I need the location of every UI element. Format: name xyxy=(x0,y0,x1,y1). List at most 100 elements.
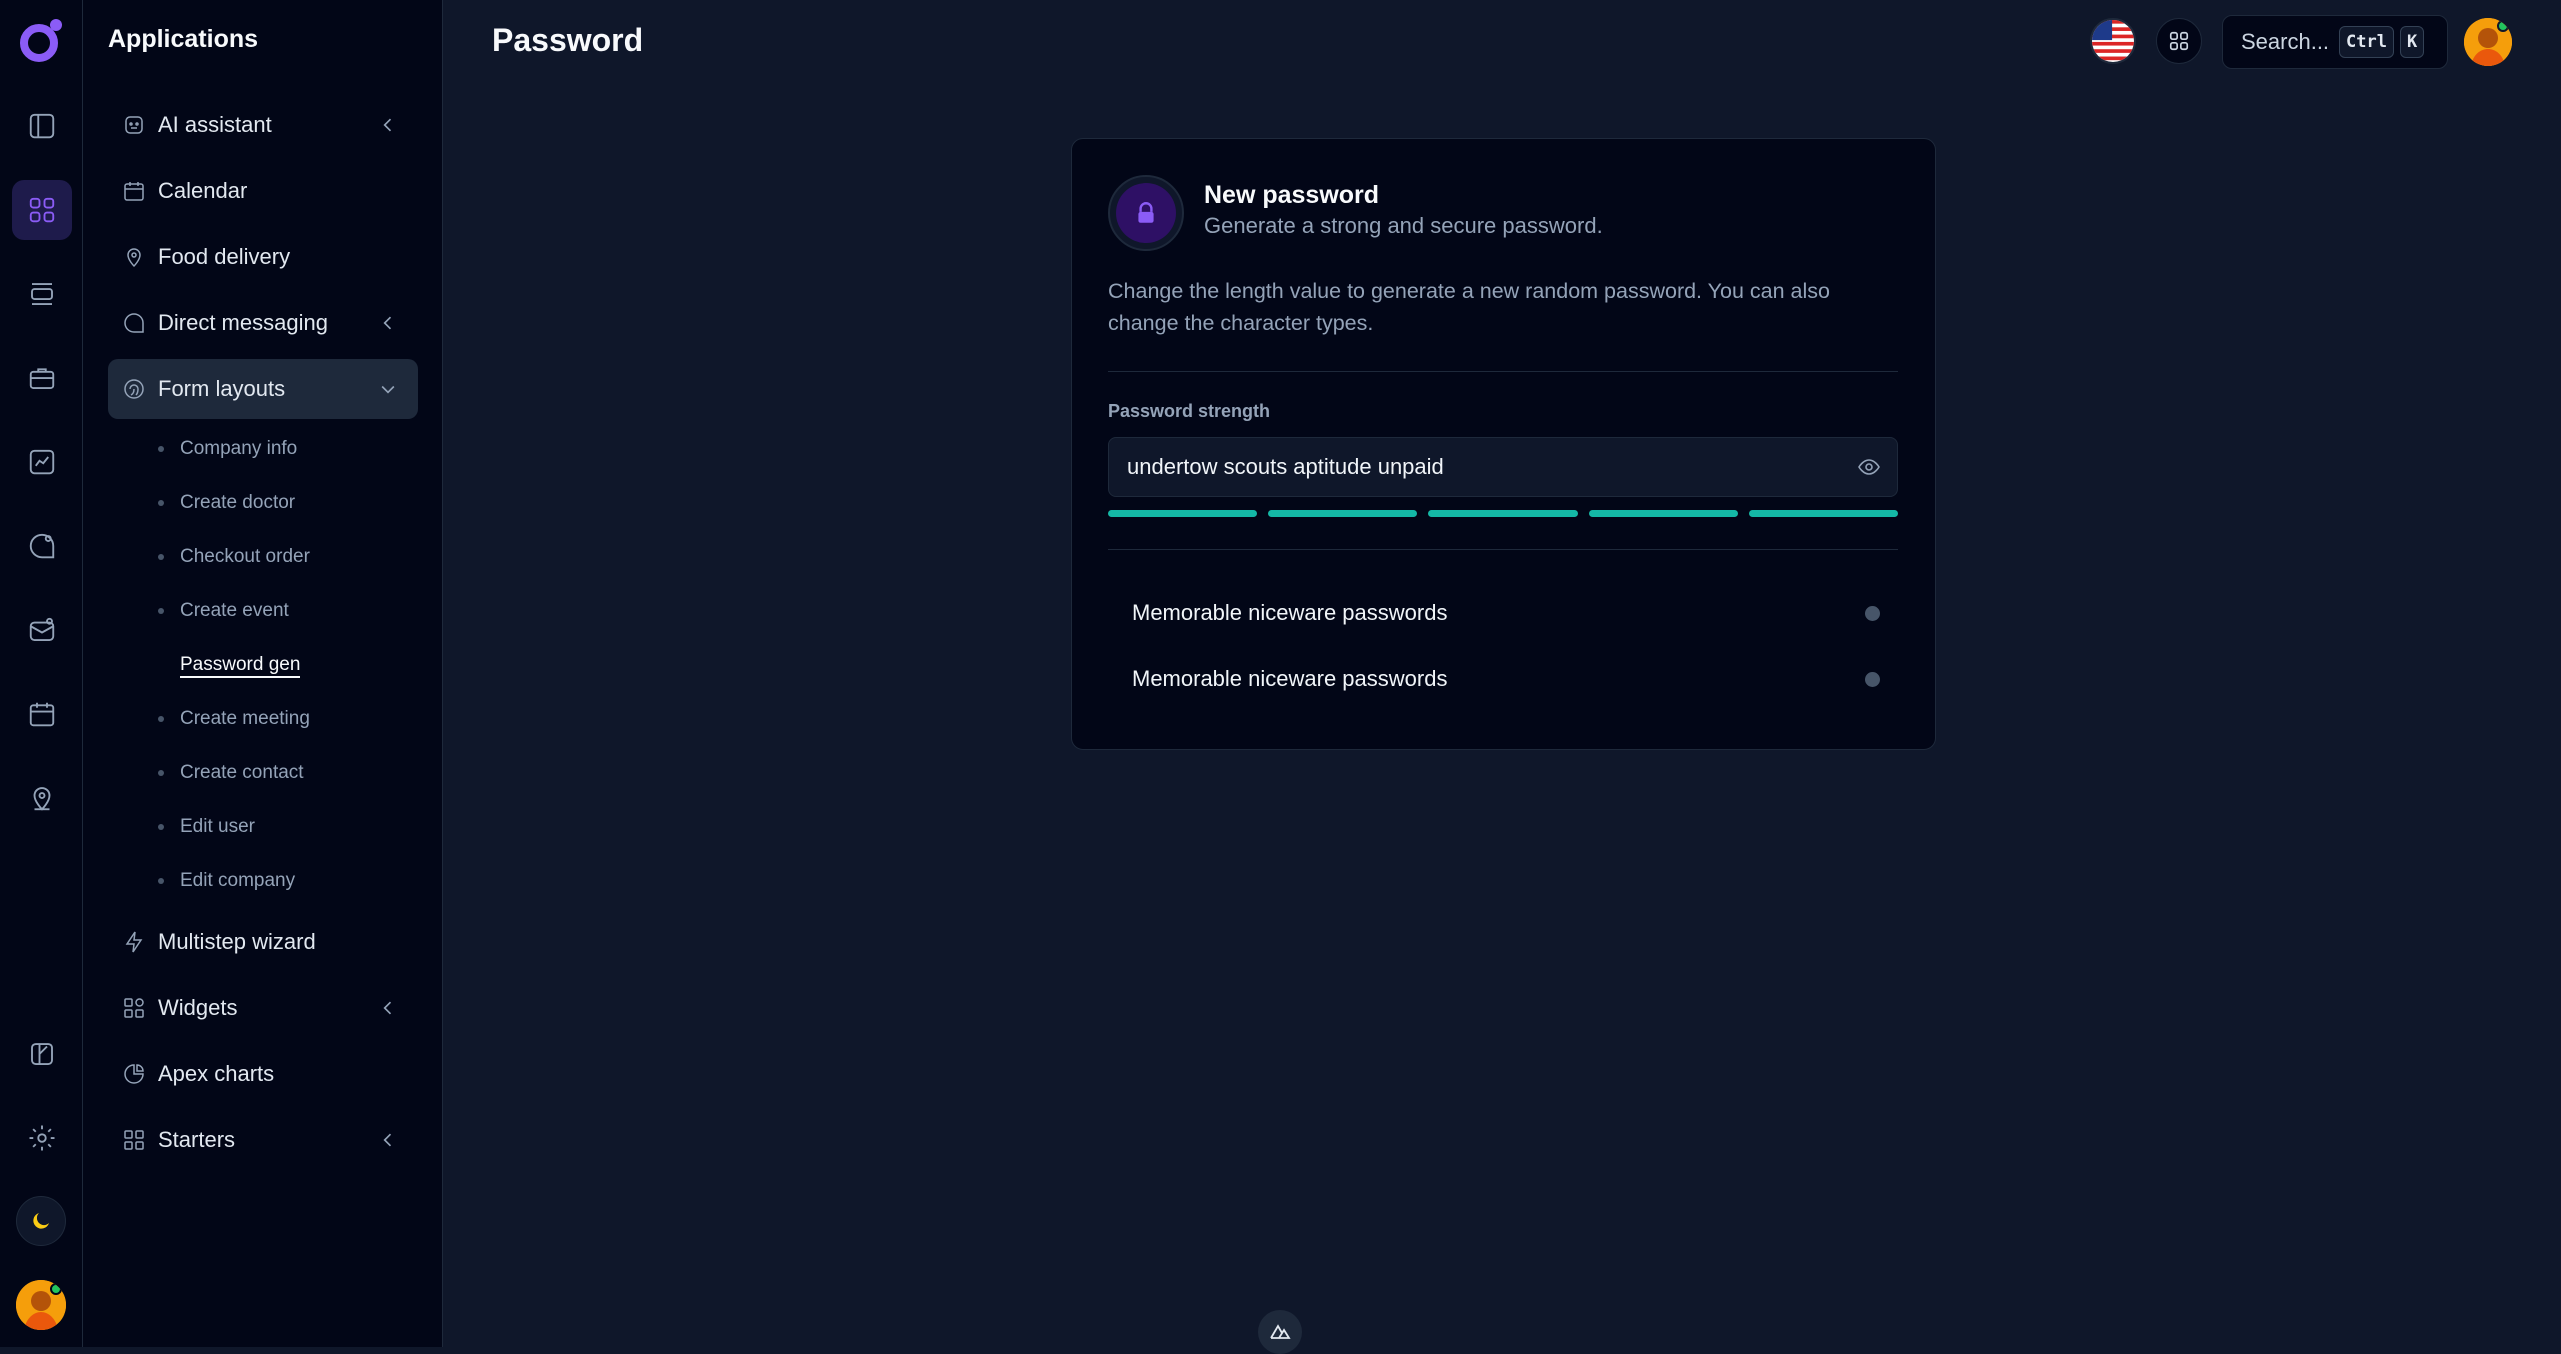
layouts-icon[interactable] xyxy=(12,264,72,324)
calendar-icon xyxy=(124,182,144,201)
subitem-edit-user[interactable]: Edit user xyxy=(158,816,255,838)
toggle-switch[interactable] xyxy=(1865,671,1880,687)
fingerprint-icon xyxy=(124,379,144,399)
page-title: Password xyxy=(492,22,644,58)
pie-chart-icon xyxy=(124,1064,144,1084)
sidebar-item-multistep-wizard[interactable]: Multistep wizard xyxy=(108,912,418,972)
mail-icon[interactable] xyxy=(12,600,72,660)
grid-icon xyxy=(2169,31,2189,51)
subitem-create-event[interactable]: Create event xyxy=(158,600,289,622)
chat-icon[interactable] xyxy=(12,516,72,576)
sidebar-item-apex-charts[interactable]: Apex charts xyxy=(108,1044,418,1104)
location-icon xyxy=(127,248,141,268)
sidebar-item-food-delivery[interactable]: Food delivery xyxy=(108,227,418,287)
app-logo-icon[interactable] xyxy=(16,16,66,66)
user-avatar[interactable] xyxy=(2464,18,2512,66)
strength-segment xyxy=(1268,510,1418,517)
nuxt-devtools-button[interactable] xyxy=(1258,1310,1302,1354)
sidebar-item-label: Calendar xyxy=(158,178,248,203)
sidebar-item-label: Multistep wizard xyxy=(158,929,316,954)
card-subtitle: Generate a strong and secure password. xyxy=(1204,213,1603,238)
password-strength-label: Password strength xyxy=(1108,401,1271,421)
sidebar-item-form-layouts[interactable]: Form layouts xyxy=(108,359,418,419)
subitem-label: Checkout order xyxy=(180,546,310,567)
sidebar-item-starters[interactable]: Starters xyxy=(108,1110,418,1170)
sidebar-item-label: Food delivery xyxy=(158,244,291,269)
subitem-password-gen[interactable]: Password gen xyxy=(158,654,301,678)
sidebar-item-label: Apex charts xyxy=(158,1061,275,1086)
sidebar-toggle-icon[interactable] xyxy=(12,96,72,156)
grid-icon xyxy=(124,1130,144,1150)
sidebar-item-widgets[interactable]: Widgets xyxy=(108,978,418,1038)
sidebar-item-ai-assistant[interactable]: AI assistant xyxy=(108,95,418,155)
strength-segment xyxy=(1588,510,1738,517)
language-selector[interactable] xyxy=(2090,18,2136,64)
shortcut-key-k: K xyxy=(2400,26,2425,58)
user-avatar[interactable] xyxy=(16,1280,66,1330)
widgets-icon xyxy=(124,998,144,1018)
search-button[interactable]: Search... Ctrl K xyxy=(2222,15,2448,69)
chart-icon[interactable] xyxy=(12,432,72,492)
apps-button[interactable] xyxy=(2156,18,2202,64)
sidebar-item-label: Direct messaging xyxy=(158,310,328,335)
bullet-dot xyxy=(158,500,164,506)
subitem-label: Password gen xyxy=(180,654,301,678)
subitem-label: Create meeting xyxy=(180,708,310,729)
briefcase-icon[interactable] xyxy=(12,348,72,408)
divider xyxy=(1108,371,1898,372)
us-flag-icon xyxy=(2092,20,2134,62)
subitem-create-contact[interactable]: Create contact xyxy=(158,762,304,784)
lightning-icon xyxy=(125,931,143,953)
chevron-left-icon xyxy=(383,316,392,330)
sidebar-item-direct-messaging[interactable]: Direct messaging xyxy=(108,293,418,353)
sidebar-item-calendar[interactable]: Calendar xyxy=(108,161,418,221)
subitem-create-doctor[interactable]: Create doctor xyxy=(158,492,295,514)
moon-icon xyxy=(33,1213,49,1229)
chevron-left-icon xyxy=(383,1133,392,1147)
subitem-label: Create doctor xyxy=(180,492,296,513)
chevron-down-icon xyxy=(381,385,395,394)
bullet-dot xyxy=(158,554,164,560)
applications-icon[interactable] xyxy=(12,180,72,240)
lock-icon xyxy=(1138,202,1154,223)
subitem-edit-company[interactable]: Edit company xyxy=(158,870,295,892)
toggle-switch[interactable] xyxy=(1865,605,1880,621)
password-input[interactable] xyxy=(1108,437,1898,497)
shortcut-key-ctrl: Ctrl xyxy=(2339,26,2394,58)
option-label: Memorable niceware passwords xyxy=(1132,666,1448,691)
password-card: New password Generate a strong and secur… xyxy=(1071,138,1936,750)
option-label: Memorable niceware passwords xyxy=(1132,600,1448,625)
niceware-option-row[interactable]: Memorable niceware passwords xyxy=(1132,593,1892,633)
location-icon[interactable] xyxy=(12,768,72,828)
card-title: New password xyxy=(1204,181,1380,209)
subitem-company-info[interactable]: Company info xyxy=(158,438,297,460)
card-description: Change the length value to generate a ne… xyxy=(1108,279,1830,335)
calendar-icon[interactable] xyxy=(12,684,72,744)
sidebar-item-label: Starters xyxy=(158,1127,236,1152)
strength-segment xyxy=(1108,510,1258,517)
subitem-label: Company info xyxy=(180,438,298,459)
chat-bubble-icon xyxy=(124,313,144,333)
subitem-label: Create contact xyxy=(180,762,304,783)
sidebar-item-label: Widgets xyxy=(158,995,238,1020)
icon-rail xyxy=(0,0,83,1347)
subitem-checkout-order[interactable]: Checkout order xyxy=(158,546,310,568)
bullet-dot xyxy=(158,663,164,669)
subitem-create-meeting[interactable]: Create meeting xyxy=(158,708,310,730)
bullet-dot xyxy=(158,608,164,614)
chevron-left-icon xyxy=(383,118,392,132)
bullet-dot xyxy=(158,446,164,452)
divider xyxy=(1108,549,1898,550)
bullet-dot xyxy=(158,824,164,830)
robot-icon xyxy=(125,116,143,134)
eye-icon[interactable] xyxy=(1857,455,1881,479)
theme-toggle-button[interactable] xyxy=(16,1196,66,1246)
brush-icon[interactable] xyxy=(12,1024,72,1084)
sidebar-item-label: Form layouts xyxy=(158,376,286,401)
settings-icon[interactable] xyxy=(12,1108,72,1168)
subitem-label: Create event xyxy=(180,600,289,621)
chevron-left-icon xyxy=(383,1001,392,1015)
subitem-label: Edit user xyxy=(180,816,255,837)
lock-badge xyxy=(1108,175,1184,251)
niceware-option-row[interactable]: Memorable niceware passwords xyxy=(1132,659,1892,699)
